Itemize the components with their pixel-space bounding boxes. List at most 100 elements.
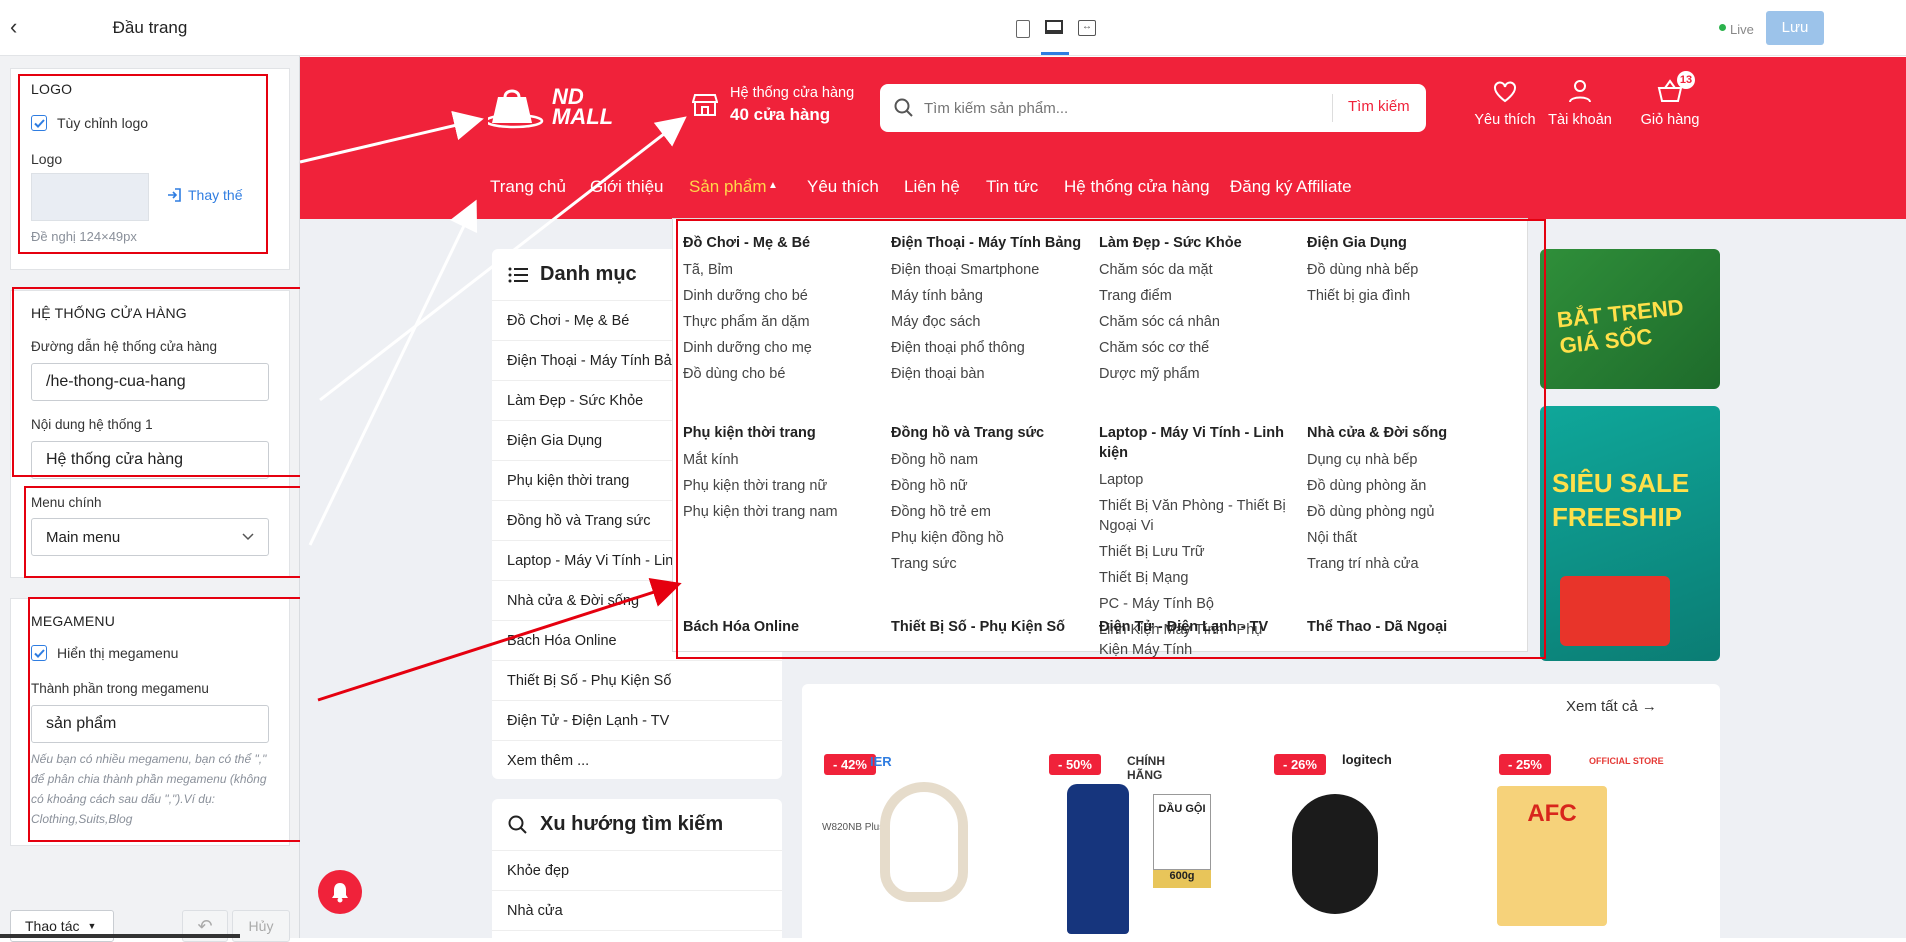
mega-link[interactable]: Nội thất bbox=[1307, 528, 1507, 548]
product-card[interactable]: - 25% OFFICIAL STORE AFC bbox=[1477, 744, 1692, 934]
mega-link[interactable]: Trang sức bbox=[891, 554, 1091, 574]
mega-column-title[interactable]: Điện Thoại - Máy Tính Bảng bbox=[891, 233, 1091, 253]
logo-thumbnail[interactable] bbox=[31, 173, 149, 221]
fullwidth-view-icon[interactable]: ↔ bbox=[1078, 20, 1096, 36]
mega-link[interactable]: Chăm sóc cá nhân bbox=[1099, 312, 1299, 332]
nav-item-wishlist[interactable]: Yêu thích bbox=[807, 177, 879, 197]
site-logo[interactable]: ND MALL bbox=[488, 83, 622, 131]
mobile-view-icon[interactable] bbox=[1016, 20, 1030, 38]
notification-button[interactable] bbox=[318, 870, 362, 914]
cancel-button[interactable]: Hủy bbox=[232, 910, 290, 942]
mega-link[interactable]: Thực phẩm ăn dặm bbox=[683, 312, 883, 332]
mega-link[interactable]: Trang điểm bbox=[1099, 286, 1299, 306]
mega-link[interactable]: Điện thoại Smartphone bbox=[891, 260, 1091, 280]
nav-item-stores[interactable]: Hệ thống cửa hàng bbox=[1064, 177, 1210, 197]
replace-logo-button[interactable]: Thay thế bbox=[166, 187, 242, 203]
product-card[interactable]: - 50% CHÍNH HÃNG DẦU GỘI 600g bbox=[1027, 744, 1242, 934]
checkbox-checked-icon[interactable] bbox=[31, 115, 47, 131]
actions-label: Thao tác bbox=[25, 918, 80, 934]
mega-link[interactable]: Phụ kiện thời trang nữ bbox=[683, 476, 883, 496]
save-button[interactable]: Lưu bbox=[1766, 11, 1824, 45]
logo-text: ND MALL bbox=[552, 84, 614, 129]
see-more-link[interactable]: Xem thêm ... bbox=[492, 741, 782, 779]
mega-column-title[interactable]: Nhà cửa & Đời sống bbox=[1307, 423, 1507, 443]
mega-link[interactable]: Điện thoại bàn bbox=[891, 364, 1091, 384]
mega-column-title[interactable]: Thể Thao - Dã Ngoại bbox=[1307, 617, 1447, 637]
mouse-image bbox=[1292, 794, 1378, 914]
nav-item-contact[interactable]: Liên hệ bbox=[904, 177, 960, 197]
store-system-link[interactable]: Hệ thống cửa hàng 40 cửa hàng bbox=[692, 85, 854, 125]
store-content-input[interactable]: Hệ thống cửa hàng bbox=[31, 441, 269, 479]
category-item[interactable]: Thiết Bị Số - Phụ Kiện Số bbox=[492, 661, 782, 701]
mega-link[interactable]: Thiết Bị Mạng bbox=[1099, 568, 1289, 588]
megamenu-section: MEGAMENU Hiển thị megamenu Thành phần tr… bbox=[10, 598, 290, 846]
mega-link[interactable]: Phụ kiện thời trang nam bbox=[683, 502, 883, 522]
promo-banner[interactable]: BẮT TREND GIÁ SỐC bbox=[1540, 249, 1720, 389]
mega-column-title[interactable]: Thiết Bị Số - Phụ Kiện Số bbox=[891, 617, 1065, 637]
mega-link[interactable]: Đồng hồ nữ bbox=[891, 476, 1091, 496]
mega-link[interactable]: Tã, Bỉm bbox=[683, 260, 883, 280]
mega-link[interactable]: Trang trí nhà cửa bbox=[1307, 554, 1507, 574]
store-path-input[interactable]: /he-thong-cua-hang bbox=[31, 363, 269, 401]
main-menu-select[interactable]: Main menu bbox=[31, 518, 269, 556]
mega-link[interactable]: Đồng hồ trẻ em bbox=[891, 502, 1091, 522]
show-megamenu-checkbox[interactable]: Hiển thị megamenu bbox=[31, 645, 178, 661]
mega-link[interactable]: Chăm sóc cơ thể bbox=[1099, 338, 1299, 358]
mega-link[interactable]: Dinh dưỡng cho bé bbox=[683, 286, 883, 306]
replace-icon bbox=[168, 188, 181, 202]
promo-banner[interactable]: SIÊU SALE FREESHIP bbox=[1540, 406, 1720, 661]
mega-link[interactable]: Đồ dùng phòng ngủ bbox=[1307, 502, 1507, 522]
mega-column-title[interactable]: Làm Đẹp - Sức Khỏe bbox=[1099, 233, 1299, 253]
product-card[interactable]: - 42% IER W820NB Plus bbox=[802, 744, 1017, 934]
brand-tag: IER bbox=[870, 754, 892, 769]
mega-link[interactable]: Chăm sóc da mặt bbox=[1099, 260, 1299, 280]
nav-item-products[interactable]: Sản phẩm bbox=[689, 177, 767, 197]
mega-column-title[interactable]: Phụ kiện thời trang bbox=[683, 423, 883, 443]
mega-column-title[interactable]: Đồng hồ và Trang sức bbox=[891, 423, 1091, 443]
trend-panel: Xu hướng tìm kiếm Khỏe đẹp Nhà cửa bbox=[492, 799, 782, 938]
account-button[interactable]: Tài khoản bbox=[1540, 79, 1620, 128]
desktop-view-icon[interactable] bbox=[1045, 20, 1063, 34]
scrollbar[interactable] bbox=[0, 934, 240, 938]
mega-column-title[interactable]: Điện Tử - Điện Lạnh - TV bbox=[1099, 617, 1268, 637]
mega-link[interactable]: PC - Máy Tính Bộ bbox=[1099, 594, 1289, 614]
mega-link[interactable]: Phụ kiện đồng hồ bbox=[891, 528, 1091, 548]
search-button[interactable]: Tìm kiếm bbox=[1348, 98, 1410, 115]
mega-link[interactable]: Đồ dùng phòng ăn bbox=[1307, 476, 1507, 496]
mega-link[interactable]: Thiết Bị Lưu Trữ bbox=[1099, 542, 1289, 562]
mega-link[interactable]: Mắt kính bbox=[683, 450, 883, 470]
cart-button[interactable]: Giỏ hàng 13 bbox=[1630, 71, 1710, 128]
customize-logo-checkbox[interactable]: Tùy chỉnh logo bbox=[31, 115, 148, 131]
mega-link[interactable]: Đồng hồ nam bbox=[891, 450, 1091, 470]
mega-link[interactable]: Đồ dùng nhà bếp bbox=[1307, 260, 1507, 280]
checkbox-checked-icon[interactable] bbox=[31, 645, 47, 661]
search-input[interactable] bbox=[924, 92, 1324, 124]
mega-column-title[interactable]: Laptop - Máy Vi Tính - Linh kiện bbox=[1099, 423, 1289, 463]
mega-link[interactable]: Máy tính bảng bbox=[891, 286, 1091, 306]
product-card[interactable]: - 26% logitech bbox=[1252, 744, 1467, 934]
mega-link[interactable]: Dinh dưỡng cho mẹ bbox=[683, 338, 883, 358]
megamenu-component-input[interactable]: sản phẩm bbox=[31, 705, 269, 743]
search-icon bbox=[508, 815, 527, 834]
mega-link[interactable]: Laptop bbox=[1099, 470, 1289, 490]
mega-link[interactable]: Đồ dùng cho bé bbox=[683, 364, 883, 384]
mega-column-title[interactable]: Đồ Chơi - Mẹ & Bé bbox=[683, 233, 883, 253]
wishlist-button[interactable]: Yêu thích bbox=[1470, 81, 1540, 128]
see-all-link[interactable]: Xem tất cả → bbox=[1566, 698, 1657, 715]
mega-link[interactable]: Máy đọc sách bbox=[891, 312, 1091, 332]
category-item[interactable]: Điện Tử - Điện Lạnh - TV bbox=[492, 701, 782, 741]
trend-item[interactable]: Khỏe đẹp bbox=[492, 851, 782, 891]
nav-item-about[interactable]: Giới thiệu bbox=[590, 177, 664, 197]
mega-link[interactable]: Thiết Bị Văn Phòng - Thiết Bị Ngoại Vi bbox=[1099, 496, 1289, 536]
mega-column-title[interactable]: Điện Gia Dụng bbox=[1307, 233, 1507, 253]
mega-link[interactable]: Điện thoại phổ thông bbox=[891, 338, 1091, 358]
mega-column-title[interactable]: Bách Hóa Online bbox=[683, 617, 799, 637]
show-megamenu-label: Hiển thị megamenu bbox=[57, 645, 179, 661]
mega-link[interactable]: Thiết bị gia đình bbox=[1307, 286, 1507, 306]
nav-item-affiliate[interactable]: Đăng ký Affiliate bbox=[1230, 177, 1352, 197]
trend-item[interactable]: Nhà cửa bbox=[492, 891, 782, 931]
nav-item-home[interactable]: Trang chủ bbox=[490, 177, 566, 197]
mega-link[interactable]: Dụng cụ nhà bếp bbox=[1307, 450, 1507, 470]
mega-link[interactable]: Dược mỹ phẩm bbox=[1099, 364, 1299, 384]
nav-item-news[interactable]: Tin tức bbox=[986, 177, 1038, 197]
